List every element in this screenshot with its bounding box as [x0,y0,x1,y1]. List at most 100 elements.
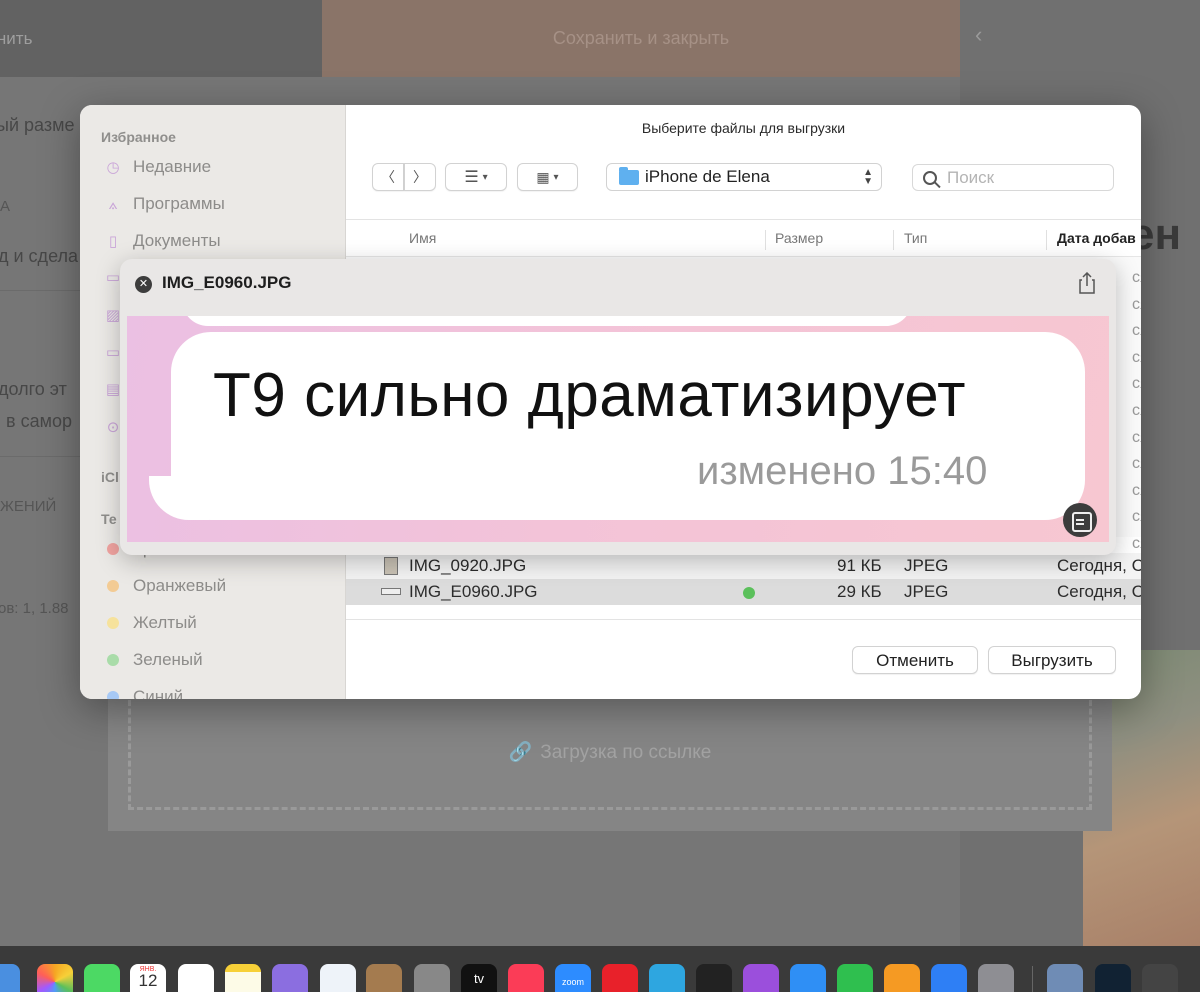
tag-dot-icon [107,543,119,555]
contacts-icon[interactable] [366,964,402,992]
search-field[interactable]: Поиск [912,164,1114,191]
sidebar-section-icloud: iCl [101,469,119,485]
sidebar-section-favorites: Избранное [101,129,176,145]
telegram-icon[interactable] [649,964,685,992]
photos-icon[interactable] [37,964,73,992]
close-icon[interactable]: ✕ [135,276,152,293]
sidebar-tag-green[interactable]: Зеленый [104,648,203,672]
sidebar-item-documents[interactable]: ▯ Документы [104,229,221,253]
column-date-added[interactable]: Дата добав [1057,230,1136,246]
file-list-header: Имя Размер Тип Дата добав [346,219,1141,257]
t-app-icon[interactable] [602,964,638,992]
obscured-dates: ся, С ся, С ся, С ся, С ся, С ся, С ся, … [1132,269,1141,552]
chevron-right-icon: 〉 [413,169,427,185]
location-selector[interactable]: iPhone de Elena ▲ ▼ [606,163,882,191]
grid-icon: ▦ [536,168,550,185]
file-row-selected[interactable]: IMG_E0960.JPG 29 КБ JPEG Сегодня, С [346,579,1141,605]
calendar-icon[interactable]: ЯНВ. 12 [130,964,166,992]
feather-app-icon[interactable] [272,964,308,992]
zoom-icon[interactable]: zoom [555,964,591,992]
clock-icon: ◷ [106,159,120,176]
folder-icon [619,166,639,185]
background-save-close-button[interactable]: Сохранить и закрыть [322,0,960,77]
background-upload-link[interactable]: 🔗 Загрузка по ссылке [0,740,1200,764]
grid-view-button[interactable]: ▦ ▾ [517,163,578,191]
dock-separator [1032,966,1033,992]
dock-app-icon[interactable] [0,964,20,992]
background-divider [0,290,80,291]
reminders-icon[interactable] [178,964,214,992]
column-separator[interactable] [765,230,766,250]
message-text: Т9 сильно драматизирует [213,361,967,430]
sidebar-tag-blue[interactable]: Синий [104,685,183,699]
tag-dot-icon [107,617,119,629]
app-store-icon[interactable] [931,964,967,992]
file-row[interactable]: IMG_0920.JPG 91 КБ JPEG Сегодня, С [346,553,1141,579]
file-type: JPEG [904,556,949,575]
facetime-icon[interactable] [84,964,120,992]
message-edited-time: изменено 15:40 [697,449,988,493]
sidebar-section-tags: Те [101,511,117,527]
dock-app-icon[interactable] [1142,964,1178,992]
apple-tv-icon[interactable]: tv [461,964,497,992]
preview-window-icon[interactable] [1047,964,1083,992]
column-type[interactable]: Тип [904,230,927,246]
system-settings-icon[interactable] [978,964,1014,992]
background-save-button[interactable]: оанить [0,0,322,77]
background-text: ЖЕНИЙ [0,498,57,515]
share-icon[interactable] [1078,272,1096,294]
file-size: 91 КБ [837,556,882,575]
sidebar-tag-yellow[interactable]: Желтый [104,611,197,635]
background-chevron-icon[interactable]: ‹ [975,22,982,48]
pages-icon[interactable] [884,964,920,992]
document-icon: ▯ [108,233,118,250]
quick-look-filename: IMG_E0960.JPG [162,273,292,292]
column-size[interactable]: Размер [775,230,823,246]
background-topbar: оанить Сохранить и закрыть [0,0,960,77]
back-button[interactable]: 〈 [372,163,404,191]
calendar-day: 12 [138,971,158,990]
chevron-down-icon: ▾ [482,171,488,183]
quick-look-image: Т9 сильно драматизирует изменено 15:40 [127,316,1109,542]
notes-icon[interactable] [225,964,261,992]
apps-icon: ⟑ [108,195,118,213]
background-text: д и сдела [0,246,78,266]
podcasts-icon[interactable] [743,964,779,992]
forward-button[interactable]: 〉 [404,163,436,191]
column-separator[interactable] [1046,230,1047,250]
green-tag-icon [743,587,755,599]
cancel-button[interactable]: Отменить [852,646,978,674]
background-text: ый разме [0,115,75,135]
burst-app-icon[interactable] [696,964,732,992]
sidebar-tag-orange[interactable]: Оранжевый [104,574,226,598]
list-icon: ☰ [464,169,479,186]
sidebar-item-applications[interactable]: ⟑ Программы [104,192,224,216]
background-text: в самор [6,411,72,431]
file-date: Сегодня, С [1057,556,1141,575]
quick-look-panel: ✕ IMG_E0960.JPG Т9 сильно драматизирует … [120,259,1116,555]
chevron-down-icon: ▾ [553,171,559,183]
file-name: IMG_E0960.JPG [409,582,538,601]
image-thumbnail-icon [381,588,401,595]
list-view-button[interactable]: ☰ ▾ [445,163,507,191]
sidebar-item-recents[interactable]: ◷ Недавние [104,155,211,179]
screenshot-app-icon[interactable] [414,964,450,992]
file-size: 29 КБ [837,582,882,601]
upload-button[interactable]: Выгрузить [988,646,1116,674]
tag-dot-icon [107,654,119,666]
dock-app-icon[interactable] [1095,964,1131,992]
live-text-icon[interactable] [1063,503,1097,537]
keynote-icon[interactable] [790,964,826,992]
numbers-icon[interactable] [837,964,873,992]
music-icon[interactable] [508,964,544,992]
tag-dot-icon [107,691,119,699]
background-divider [0,456,80,457]
background-text: ов: 1, 1.88 [0,600,69,617]
column-separator[interactable] [893,230,894,250]
updown-chevron-icon: ▲ ▼ [863,167,873,187]
footer-divider [346,619,1141,620]
file-type: JPEG [904,582,949,601]
freeform-icon[interactable] [320,964,356,992]
chevron-left-icon: 〈 [381,169,395,185]
column-name[interactable]: Имя [409,230,436,246]
